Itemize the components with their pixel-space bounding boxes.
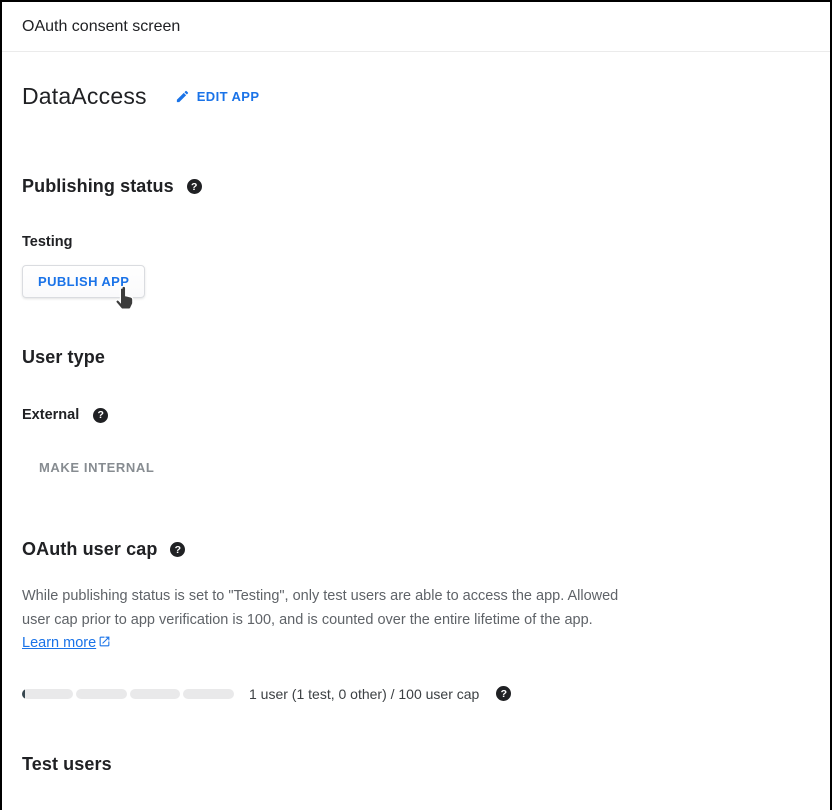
learn-more-link[interactable]: Learn more xyxy=(22,635,111,651)
publishing-status-value: Testing xyxy=(22,234,810,250)
page-title: OAuth consent screen xyxy=(22,18,180,36)
publishing-status-help-icon[interactable]: ? xyxy=(187,179,202,194)
learn-more-label: Learn more xyxy=(22,635,96,651)
test-users-section: Test users xyxy=(22,754,810,775)
user-type-heading: User type xyxy=(22,347,105,368)
user-type-section: User type xyxy=(22,347,810,368)
pencil-icon xyxy=(175,89,190,104)
page-header: OAuth consent screen xyxy=(2,2,830,52)
user-type-value: External xyxy=(22,407,79,423)
oauth-user-cap-section: OAuth user cap ? xyxy=(22,539,810,560)
cap-description-text: While publishing status is set to "Testi… xyxy=(22,588,618,628)
progress-segment xyxy=(183,689,234,699)
oauth-user-cap-description: While publishing status is set to "Testi… xyxy=(22,585,630,656)
user-cap-usage-text: 1 user (1 test, 0 other) / 100 user cap xyxy=(249,686,479,702)
oauth-consent-page: OAuth consent screen DataAccess EDIT APP… xyxy=(0,0,832,810)
app-name: DataAccess xyxy=(22,83,147,110)
oauth-user-cap-heading: OAuth user cap xyxy=(22,539,157,560)
oauth-user-cap-help-icon[interactable]: ? xyxy=(170,542,185,557)
test-users-heading: Test users xyxy=(22,754,112,775)
user-cap-usage-row: 1 user (1 test, 0 other) / 100 user cap … xyxy=(22,686,810,702)
user-type-value-row: External ? xyxy=(22,407,810,423)
user-type-help-icon[interactable]: ? xyxy=(93,408,108,423)
page-content: DataAccess EDIT APP Publishing status ? … xyxy=(2,83,830,775)
edit-app-label: EDIT APP xyxy=(197,89,260,104)
make-internal-button[interactable]: MAKE INTERNAL xyxy=(39,458,154,477)
open-in-new-icon xyxy=(96,635,111,651)
publishing-status-heading: Publishing status xyxy=(22,176,174,197)
app-title-row: DataAccess EDIT APP xyxy=(22,83,810,110)
progress-segment xyxy=(22,689,73,699)
publishing-status-section: Publishing status ? xyxy=(22,176,810,197)
progress-segment xyxy=(130,689,181,699)
user-cap-progress-bar xyxy=(22,689,234,699)
publish-app-button[interactable]: PUBLISH APP xyxy=(22,265,145,298)
progress-segment xyxy=(76,689,127,699)
progress-fill xyxy=(22,689,25,699)
edit-app-button[interactable]: EDIT APP xyxy=(173,85,262,108)
user-cap-help-icon[interactable]: ? xyxy=(496,686,511,701)
